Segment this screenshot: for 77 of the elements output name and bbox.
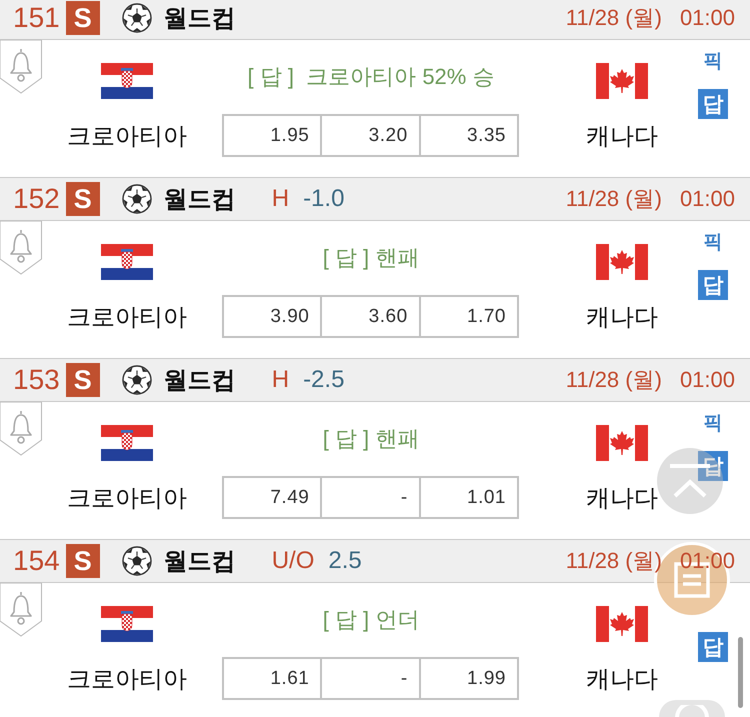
- odds-cell: 3.20: [320, 114, 421, 157]
- odds-cell: 3.60: [320, 295, 421, 338]
- league-name: 월드컵: [164, 185, 236, 215]
- tip-text: [ 답 ] 핸패: [322, 244, 420, 272]
- team-name: 캐나다: [586, 664, 658, 694]
- scrollbar-thumb[interactable]: [738, 637, 743, 708]
- odds-cell: 3.90: [222, 295, 322, 338]
- answer-button[interactable]: 답: [698, 632, 728, 662]
- ring-arc-icon: [674, 705, 710, 717]
- soccer-ball-icon: [122, 365, 152, 395]
- canada-flag-icon: [596, 425, 648, 461]
- team-name: 크로아티아: [67, 484, 187, 514]
- team-name: 캐나다: [586, 302, 658, 332]
- bell-icon: [10, 48, 32, 82]
- alarm-button[interactable]: [0, 40, 42, 94]
- market-label: H: [272, 366, 290, 394]
- odds-cell: 1.61: [222, 657, 322, 700]
- match-time: 01:00: [680, 367, 735, 393]
- match-number: 154: [13, 547, 60, 575]
- league-name: 월드컵: [164, 4, 236, 34]
- type-badge: S: [66, 544, 100, 578]
- odds-cell: -: [320, 657, 421, 700]
- odds-cell: 1.95: [222, 114, 322, 157]
- league-name: 월드컵: [164, 547, 236, 577]
- bell-icon: [10, 410, 32, 444]
- match-date: 11/28 (월): [566, 547, 662, 575]
- pick-link[interactable]: 픽: [704, 412, 722, 436]
- type-badge: S: [66, 182, 100, 216]
- match-date: 11/28 (월): [566, 4, 662, 32]
- croatia-flag-icon: [101, 244, 153, 280]
- match-date: 11/28 (월): [566, 185, 662, 213]
- pick-link[interactable]: 픽: [704, 231, 722, 255]
- soccer-ball-icon: [122, 546, 152, 576]
- market-label: U/O: [272, 547, 314, 575]
- soccer-ball-icon: [122, 184, 152, 214]
- bell-icon: [10, 229, 32, 263]
- answer-button[interactable]: 답: [698, 89, 728, 119]
- match-number: 152: [13, 185, 60, 213]
- league-name: 월드컵: [164, 366, 236, 396]
- team-name: 크로아티아: [67, 122, 187, 152]
- tip-text: [ 답 ] 크로아티아 52% 승: [248, 63, 494, 91]
- croatia-flag-icon: [101, 606, 153, 642]
- market-label: H: [272, 185, 290, 213]
- type-badge: S: [66, 1, 100, 35]
- odds-cell: 1.01: [418, 476, 519, 519]
- alarm-button[interactable]: [0, 583, 42, 637]
- team-name: 캐나다: [586, 122, 658, 152]
- type-badge: S: [66, 363, 100, 397]
- bell-icon: [10, 591, 32, 625]
- alarm-button[interactable]: [0, 221, 42, 275]
- canada-flag-icon: [596, 606, 648, 642]
- match-date: 11/28 (월): [566, 366, 662, 394]
- match-number: 151: [13, 4, 60, 32]
- match-number: 153: [13, 366, 60, 394]
- canada-flag-icon: [596, 63, 648, 99]
- odds-cell: 7.49: [222, 476, 322, 519]
- pick-link[interactable]: 픽: [704, 50, 722, 74]
- team-name: 캐나다: [586, 484, 658, 514]
- canada-flag-icon: [596, 244, 648, 280]
- odds-cell: 1.99: [418, 657, 519, 700]
- tip-text: [ 답 ] 핸패: [322, 425, 420, 453]
- soccer-ball-icon: [122, 3, 152, 33]
- croatia-flag-icon: [101, 63, 153, 99]
- answer-button[interactable]: 답: [698, 270, 728, 300]
- market-line: -1.0: [303, 185, 344, 213]
- odds-cell: 3.35: [418, 114, 519, 157]
- alarm-button[interactable]: [0, 402, 42, 456]
- odds-cell: -: [320, 476, 421, 519]
- team-name: 크로아티아: [67, 664, 187, 694]
- odds-cell: 1.70: [418, 295, 519, 338]
- croatia-flag-icon: [101, 425, 153, 461]
- market-line: -2.5: [303, 366, 344, 394]
- match-time: 01:00: [680, 186, 735, 212]
- tip-text: [ 답 ] 언더: [322, 606, 420, 634]
- match-time: 01:00: [680, 5, 735, 31]
- team-name: 크로아티아: [67, 302, 187, 332]
- market-line: 2.5: [328, 547, 362, 575]
